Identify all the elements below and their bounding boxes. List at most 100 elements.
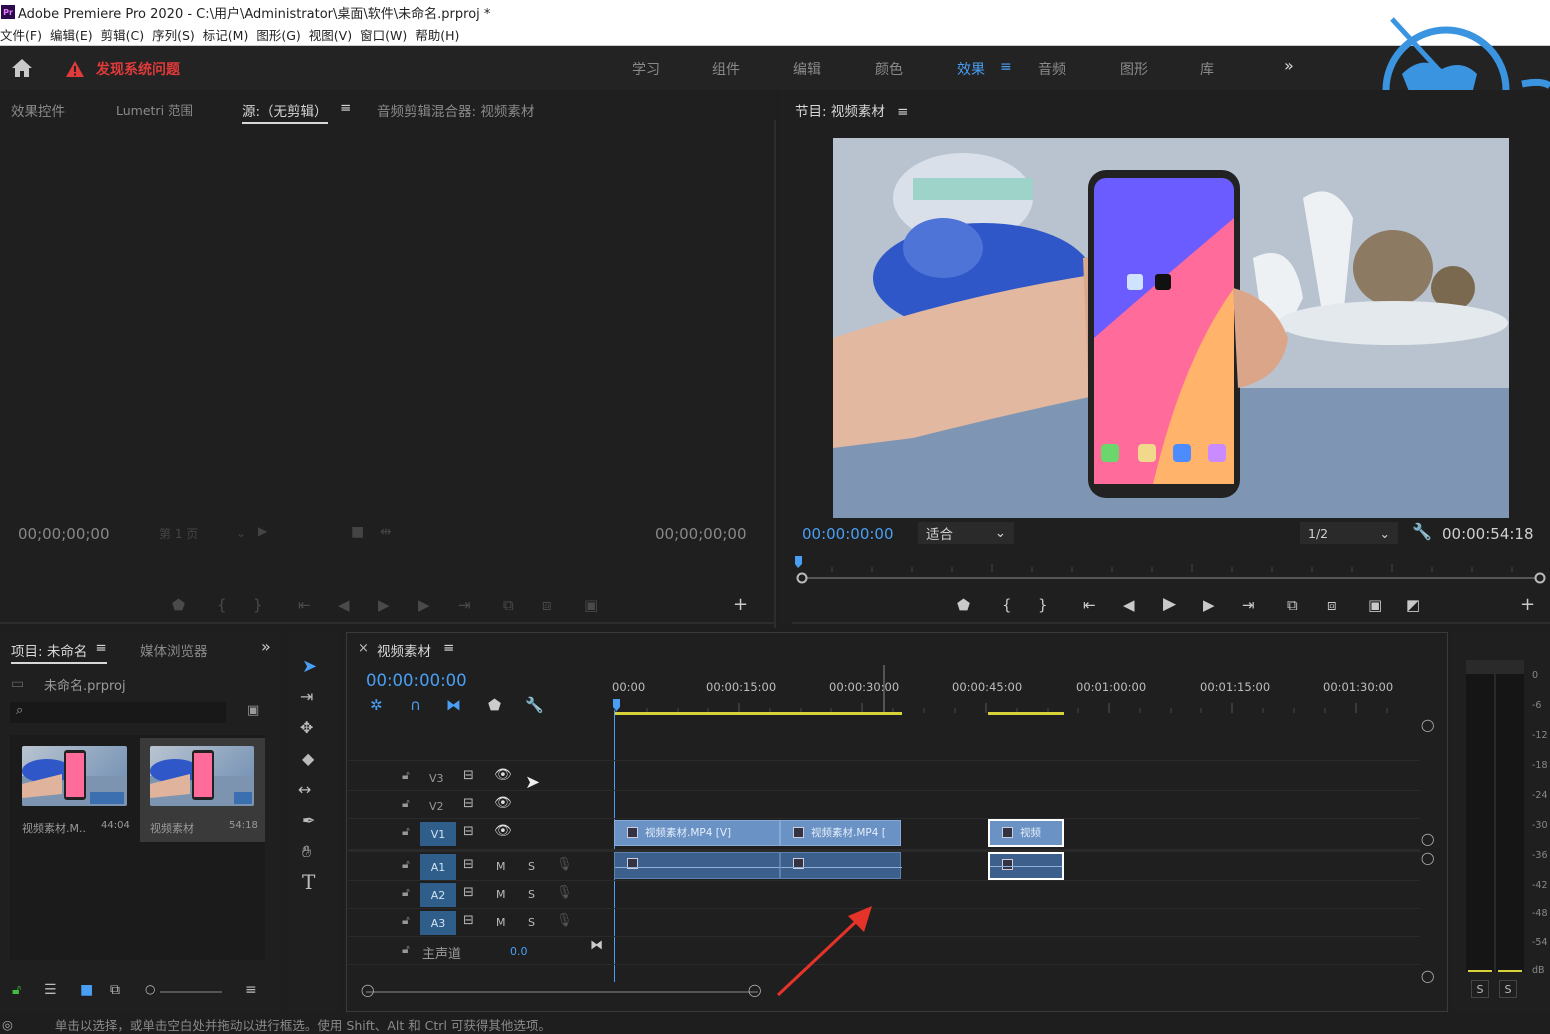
menu-sequence[interactable]: 序列(S) bbox=[152, 25, 195, 44]
pen-tool-icon[interactable]: ✒ bbox=[302, 811, 315, 830]
workspace-editing[interactable]: 编辑 bbox=[793, 59, 821, 79]
zoom-slider-handle[interactable]: ○ bbox=[145, 982, 155, 996]
video-clip[interactable]: 视频素材.MP4 [ bbox=[780, 820, 901, 846]
scroll-handle[interactable]: ◯ bbox=[1421, 832, 1434, 846]
program-menu-icon[interactable]: ≡ bbox=[897, 104, 908, 120]
play-arrow-icon[interactable]: ▶ bbox=[258, 524, 267, 538]
project-search-input[interactable]: ⌕ bbox=[10, 702, 226, 723]
lock-track-icon[interactable]: 🔓︎ bbox=[402, 913, 410, 928]
workspace-libraries[interactable]: 库 bbox=[1200, 59, 1214, 79]
workspace-assembly[interactable]: 组件 bbox=[712, 59, 740, 79]
tab-source[interactable]: 源:（无剪辑） bbox=[242, 100, 328, 124]
step-back-icon[interactable]: ◀ bbox=[1123, 596, 1135, 614]
scroll-handle[interactable]: ◯ bbox=[1421, 851, 1434, 865]
lock-track-icon[interactable]: 🔓︎ bbox=[402, 857, 410, 872]
sync-lock-icon[interactable]: ⊟ bbox=[463, 885, 474, 900]
wrench-icon[interactable]: 🔧 bbox=[1412, 522, 1432, 541]
snap-magnet-icon[interactable]: ∩ bbox=[410, 696, 421, 714]
menu-graphics[interactable]: 图形(G) bbox=[256, 25, 300, 44]
project-menu-icon[interactable]: ≡ bbox=[95, 640, 106, 660]
eye-icon[interactable]: 👁︎ bbox=[494, 795, 512, 811]
sync-lock-icon[interactable]: ⊟ bbox=[463, 768, 474, 783]
sync-lock-icon[interactable]: ⊟ bbox=[463, 824, 474, 839]
master-volume-value[interactable]: 0.0 bbox=[510, 945, 528, 958]
type-tool-icon[interactable]: T bbox=[302, 870, 315, 894]
add-marker-icon[interactable]: ⬟ bbox=[957, 596, 970, 614]
home-icon[interactable] bbox=[11, 58, 33, 78]
lift-icon[interactable]: ⧉ bbox=[1287, 596, 1298, 614]
lock-icon[interactable]: 🔓︎ bbox=[12, 982, 21, 998]
resolution-select[interactable]: 1/2 ⌄ bbox=[1300, 522, 1398, 544]
track-select-tool-icon[interactable]: ⇥ bbox=[300, 687, 313, 706]
mute-button[interactable]: M bbox=[496, 860, 506, 873]
export-frame-icon[interactable]: ▣ bbox=[584, 596, 598, 614]
program-scrubber[interactable] bbox=[792, 552, 1550, 584]
add-marker-icon[interactable]: ⬟ bbox=[488, 696, 501, 714]
sort-icon[interactable]: ≡ bbox=[245, 982, 257, 998]
workspace-graphics[interactable]: 图形 bbox=[1120, 59, 1148, 79]
scroll-handle[interactable]: ◯ bbox=[361, 983, 374, 997]
solo-button[interactable]: S bbox=[528, 888, 535, 901]
selection-tool-icon[interactable]: ➤ bbox=[302, 656, 317, 677]
scroll-handle[interactable]: ◯ bbox=[1421, 969, 1434, 983]
video-clip-selected[interactable]: 视频 bbox=[988, 819, 1064, 847]
program-timecode[interactable]: 00:00:00:00 bbox=[802, 525, 894, 543]
go-to-end-icon[interactable]: ⧓ bbox=[590, 938, 603, 953]
mark-in-icon[interactable]: { bbox=[217, 596, 227, 614]
timeline-timecode[interactable]: 00:00:00:00 bbox=[366, 671, 467, 690]
add-marker-icon[interactable]: ⬟ bbox=[172, 596, 185, 614]
solo-button[interactable]: S bbox=[528, 860, 535, 873]
eye-icon[interactable]: 👁︎ bbox=[494, 767, 512, 783]
menu-clip[interactable]: 剪辑(C) bbox=[101, 25, 144, 44]
razor-tool-icon[interactable]: ◆ bbox=[302, 749, 314, 768]
play-icon[interactable]: ▶ bbox=[378, 596, 390, 614]
go-to-out-icon[interactable]: ⇥ bbox=[1242, 596, 1255, 614]
hand-tool-icon[interactable]: ✋︎ bbox=[302, 842, 311, 862]
workspace-overflow-icon[interactable]: » bbox=[1284, 56, 1294, 75]
nest-toggle-icon[interactable]: ✲ bbox=[370, 696, 383, 714]
lock-track-icon[interactable]: 🔓︎ bbox=[402, 885, 410, 900]
tab-sequence[interactable]: 视频素材 ≡ bbox=[377, 640, 454, 660]
timeline-settings-wrench-icon[interactable]: 🔧 bbox=[525, 696, 544, 714]
play-icon[interactable]: ▶ bbox=[1163, 594, 1176, 614]
workspace-effects[interactable]: 效果 bbox=[957, 59, 985, 79]
mark-in-icon[interactable]: { bbox=[1002, 596, 1012, 614]
mark-out-icon[interactable]: } bbox=[1038, 596, 1048, 614]
meter-solo-left-button[interactable]: S bbox=[1471, 980, 1489, 998]
tab-audio-clip-mixer[interactable]: 音频剪辑混合器: 视频素材 bbox=[377, 100, 534, 120]
menu-help[interactable]: 帮助(H) bbox=[415, 25, 459, 44]
sequence-menu-icon[interactable]: ≡ bbox=[443, 640, 454, 660]
lock-track-icon[interactable]: 🔓︎ bbox=[402, 768, 410, 783]
export-frame-icon[interactable]: ▣ bbox=[1368, 596, 1382, 614]
overwrite-icon[interactable]: ⧈ bbox=[542, 596, 552, 614]
track-label-v2[interactable]: V2 bbox=[429, 800, 444, 813]
system-warning[interactable]: 发现系统问题 bbox=[66, 59, 180, 79]
mark-out-icon[interactable]: } bbox=[253, 596, 263, 614]
audio-clip[interactable] bbox=[780, 852, 902, 879]
lock-track-icon[interactable]: 🔓︎ bbox=[402, 796, 410, 811]
mute-button[interactable]: M bbox=[496, 916, 506, 929]
tab-lumetri-scopes[interactable]: Lumetri 范围 bbox=[116, 100, 193, 119]
workspace-audio[interactable]: 音频 bbox=[1038, 59, 1066, 79]
page-select[interactable]: 第 1 页 ⌄ bbox=[155, 523, 250, 543]
insert-icon[interactable]: ⧉ bbox=[503, 596, 514, 614]
tab-media-browser[interactable]: 媒体浏览器 bbox=[140, 640, 208, 660]
add-button-icon[interactable]: + bbox=[1520, 594, 1535, 615]
track-label-a3[interactable]: A3 bbox=[420, 911, 456, 935]
track-label-v1[interactable]: V1 bbox=[420, 822, 456, 846]
workspace-color[interactable]: 颜色 bbox=[875, 59, 903, 79]
video-clip[interactable]: 视频素材.MP4 [V] bbox=[614, 820, 780, 846]
extract-icon[interactable]: ⧈ bbox=[1327, 596, 1337, 614]
playhead-line[interactable] bbox=[614, 710, 615, 982]
track-label-a1[interactable]: A1 bbox=[420, 854, 456, 880]
microphone-icon[interactable]: 🎙︎ bbox=[556, 857, 573, 872]
sync-lock-icon[interactable]: ⊟ bbox=[463, 913, 474, 928]
add-button-icon[interactable]: + bbox=[733, 594, 748, 615]
settings-square-icon[interactable]: ■ bbox=[351, 524, 364, 540]
step-forward-icon[interactable]: ▶ bbox=[418, 596, 430, 614]
microphone-icon[interactable]: 🎙︎ bbox=[556, 885, 573, 900]
horizontal-scrollbar[interactable] bbox=[366, 991, 758, 993]
slip-tool-icon[interactable]: ↔ bbox=[298, 780, 311, 799]
lock-track-icon[interactable]: 🔓︎ bbox=[402, 824, 410, 839]
track-label-a2[interactable]: A2 bbox=[420, 883, 456, 907]
